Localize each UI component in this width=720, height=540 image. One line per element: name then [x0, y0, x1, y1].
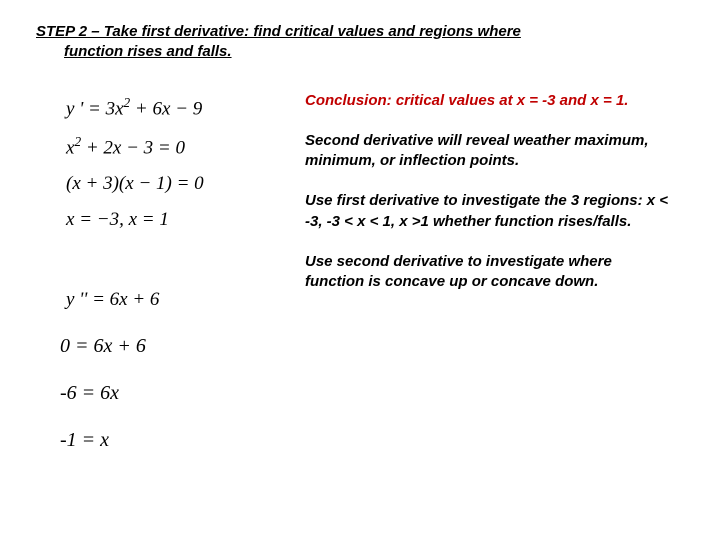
- work-step-2: -6 = 6x: [60, 382, 281, 405]
- note-conclusion: Conclusion: critical values at x = -3 an…: [305, 91, 674, 111]
- step-heading: STEP 2 – Take first derivative: find cri…: [36, 22, 684, 63]
- equation-solutions: x = −3, x = 1: [66, 209, 281, 231]
- right-column: Conclusion: critical values at x = -3 an…: [305, 91, 684, 453]
- equation-quadratic: x2 + 2x − 3 = 0: [66, 134, 281, 159]
- equation-first-derivative: y ' = 3x2 + 6x − 9: [66, 95, 281, 120]
- equation-factored: (x + 3)(x − 1) = 0: [66, 173, 281, 195]
- equation-second-derivative: y '' = 6x + 6: [66, 289, 281, 311]
- work-step-3: -1 = x: [60, 429, 281, 452]
- left-column: y ' = 3x2 + 6x − 9 x2 + 2x − 3 = 0 (x + …: [36, 91, 281, 453]
- content-area: y ' = 3x2 + 6x − 9 x2 + 2x − 3 = 0 (x + …: [36, 91, 684, 453]
- note-second-derivative: Second derivative will reveal weather ma…: [305, 131, 674, 172]
- heading-line2: function rises and falls.: [64, 42, 684, 62]
- work-step-1: 0 = 6x + 6: [60, 335, 281, 358]
- note-concavity: Use second derivative to investigate whe…: [305, 252, 674, 293]
- heading-line1: STEP 2 – Take first derivative: find cri…: [36, 23, 521, 40]
- note-first-derivative-regions: Use first derivative to investigate the …: [305, 191, 674, 232]
